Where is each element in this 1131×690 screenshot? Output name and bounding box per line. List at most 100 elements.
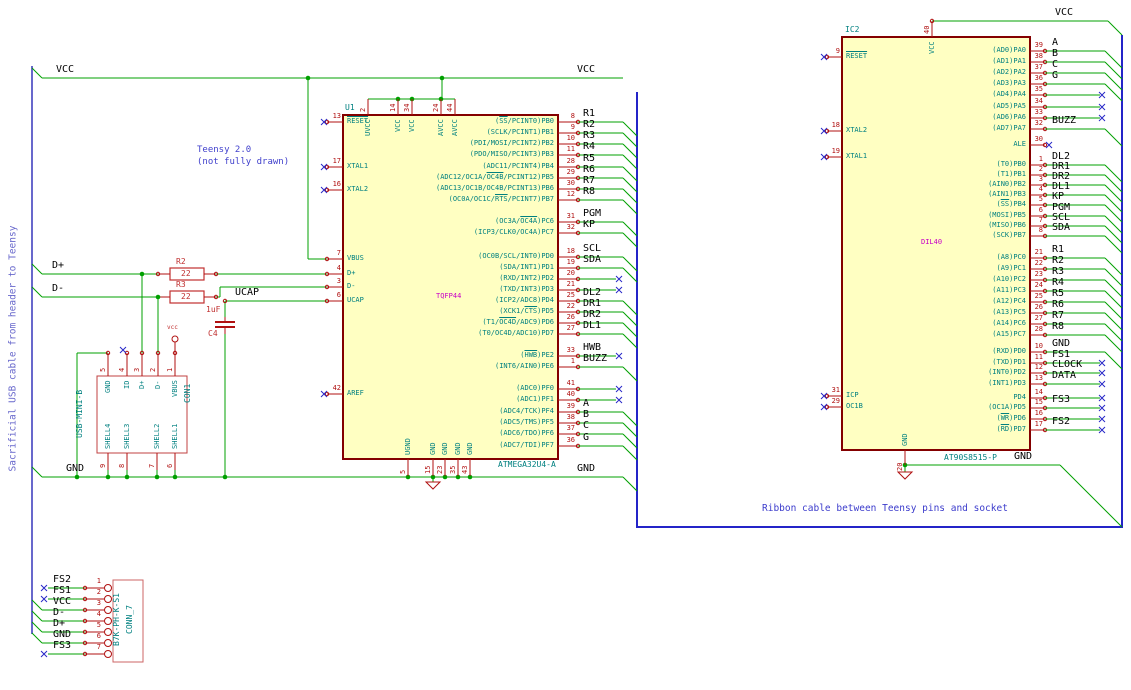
net-label-gnd[interactable]: GND: [1052, 339, 1070, 349]
net-label-hwb[interactable]: HWB: [583, 343, 601, 353]
net-label-a[interactable]: A: [1052, 38, 1058, 48]
net-label-sda[interactable]: SDA: [583, 255, 601, 265]
connector-pad[interactable]: [104, 628, 112, 636]
net-label-ic2-vcc[interactable]: VCC: [1055, 8, 1073, 18]
conn7-value[interactable]: B7K-PH-K-S1: [112, 593, 121, 646]
r2-value[interactable]: 22: [181, 270, 191, 278]
gnd-symbol[interactable]: [424, 481, 442, 490]
net-label-fs2[interactable]: FS2: [1052, 417, 1070, 427]
net-label-dr2[interactable]: DR2: [583, 310, 601, 320]
teensy-note-line1[interactable]: Teensy 2.0: [197, 146, 251, 155]
con1-ref[interactable]: CON1: [183, 384, 192, 403]
net-label-vcc-right[interactable]: VCC: [577, 65, 595, 75]
net-label-g[interactable]: G: [1052, 71, 1058, 81]
r3-value[interactable]: 22: [181, 293, 191, 301]
net-label-r4[interactable]: R4: [583, 142, 595, 152]
connector-pad[interactable]: [104, 639, 112, 647]
connector-pad[interactable]: [104, 584, 112, 592]
net-label-sda[interactable]: SDA: [1052, 223, 1070, 233]
net-label-g[interactable]: G: [583, 433, 589, 443]
connector-pad[interactable]: [104, 617, 112, 625]
ic2-footprint[interactable]: DIL40: [921, 239, 942, 246]
pin-name: (ICP2/ADC8)PD4: [494, 296, 554, 304]
connector-pad[interactable]: [104, 606, 112, 614]
net-label-vcc-left[interactable]: VCC: [56, 65, 74, 75]
net-label-r3[interactable]: R3: [1052, 267, 1064, 277]
net-label-kp[interactable]: KP: [583, 220, 595, 230]
c4-value[interactable]: 1uF: [206, 306, 220, 314]
sacrificial-cable-note[interactable]: Sacrificial USB cable from header to Tee…: [8, 226, 19, 472]
net-label-d+[interactable]: D+: [53, 619, 65, 629]
connector-pad[interactable]: [104, 650, 112, 658]
gnd-symbol[interactable]: [896, 471, 914, 480]
net-label-scl[interactable]: SCL: [583, 244, 601, 254]
net-label-vcc[interactable]: VCC: [53, 597, 71, 607]
net-label-r7[interactable]: R7: [583, 176, 595, 186]
connector-pad[interactable]: [104, 595, 112, 603]
net-label-r5[interactable]: R5: [583, 154, 595, 164]
net-label-r1[interactable]: R1: [1052, 245, 1064, 255]
r2-ref[interactable]: R2: [176, 258, 186, 266]
net-label-r6[interactable]: R6: [1052, 300, 1064, 310]
net-label-dplus[interactable]: D+: [52, 261, 64, 271]
u1-ref[interactable]: U1: [345, 104, 355, 112]
net-label-r8[interactable]: R8: [1052, 322, 1064, 332]
net-label-ucap[interactable]: UCAP: [235, 288, 259, 298]
r3-ref[interactable]: R3: [176, 281, 186, 289]
pin-number: 5: [99, 367, 107, 372]
pin-number: 1: [1038, 155, 1043, 163]
vcc-power-flag-label[interactable]: vcc: [167, 325, 178, 331]
net-label-ic2-gnd[interactable]: GND: [1014, 452, 1032, 462]
net-label-r2[interactable]: R2: [583, 120, 595, 130]
net-label-fs2[interactable]: FS2: [53, 575, 71, 585]
net-label-r4[interactable]: R4: [1052, 278, 1064, 288]
net-label-data[interactable]: DATA: [1052, 371, 1076, 381]
net-label-gnd-left[interactable]: GND: [66, 464, 84, 474]
vcc-power-flag[interactable]: [171, 335, 179, 343]
net-label-dl1[interactable]: DL1: [583, 321, 601, 331]
net-label-b[interactable]: B: [583, 410, 589, 420]
u1-value[interactable]: ATMEGA32U4-A: [498, 461, 556, 469]
pin-number: 7: [1038, 216, 1043, 224]
con1-value[interactable]: USB-MINI-B: [75, 390, 84, 438]
net-label-r3[interactable]: R3: [583, 131, 595, 141]
net-label-r2[interactable]: R2: [1052, 256, 1064, 266]
net-label-fs1[interactable]: FS1: [53, 586, 71, 596]
net-label-gnd[interactable]: GND: [53, 630, 71, 640]
c4-ref[interactable]: C4: [208, 330, 218, 338]
net-label-fs3[interactable]: FS3: [53, 641, 71, 651]
pin-name: (ADC5/TMS)PF5: [499, 418, 554, 426]
pin-name: SHELL1: [171, 423, 179, 449]
net-label-gnd-right[interactable]: GND: [577, 464, 595, 474]
ic2-ref[interactable]: IC2: [845, 26, 859, 34]
u1-footprint[interactable]: TQFP44: [436, 293, 461, 300]
net-label-buzz[interactable]: BUZZ: [1052, 116, 1076, 126]
net-label-r7[interactable]: R7: [1052, 311, 1064, 321]
pin-number: 13: [1034, 374, 1043, 382]
net-label-kp[interactable]: KP: [1052, 192, 1064, 202]
net-label-r6[interactable]: R6: [583, 165, 595, 175]
net-label-c[interactable]: C: [1052, 60, 1058, 70]
net-label-d-[interactable]: D-: [53, 608, 65, 618]
net-label-pgm[interactable]: PGM: [583, 209, 601, 219]
ribbon-cable-note[interactable]: Ribbon cable between Teensy pins and soc…: [762, 504, 1008, 514]
net-label-fs3[interactable]: FS3: [1052, 395, 1070, 405]
net-label-r1[interactable]: R1: [583, 109, 595, 119]
net-label-r5[interactable]: R5: [1052, 289, 1064, 299]
net-label-dr1[interactable]: DR1: [583, 299, 601, 309]
net-label-dminus[interactable]: D-: [52, 284, 64, 294]
ic2-value[interactable]: AT90S8515-P: [944, 454, 997, 462]
net-label-clock[interactable]: CLOCK: [1052, 360, 1082, 370]
pin-name: (INT1)PD3: [988, 379, 1026, 387]
teensy-note-line2[interactable]: (not fully drawn): [197, 158, 289, 167]
net-label-b[interactable]: B: [1052, 49, 1058, 59]
net-label-c[interactable]: C: [583, 421, 589, 431]
net-label-r8[interactable]: R8: [583, 187, 595, 197]
pin-number: 36: [1034, 74, 1043, 82]
net-label-dl2[interactable]: DL2: [583, 288, 601, 298]
net-label-buzz[interactable]: BUZZ: [583, 354, 607, 364]
pin-number: 40: [923, 25, 931, 34]
pin-number: 38: [566, 413, 575, 421]
net-label-a[interactable]: A: [583, 399, 589, 409]
conn7-ref[interactable]: CONN_7: [125, 605, 134, 634]
